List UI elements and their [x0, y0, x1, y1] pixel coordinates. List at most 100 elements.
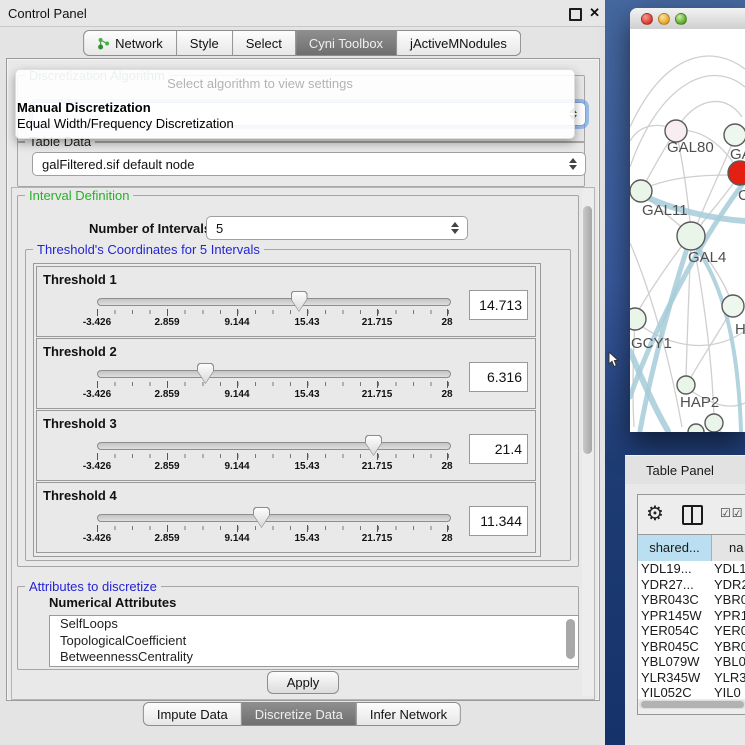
column-header-name[interactable]: na: [712, 535, 745, 561]
dropdown-item-manual-discretization[interactable]: Manual Discretization: [17, 100, 151, 115]
dropdown-hint: Select algorithm to view settings: [16, 76, 504, 91]
threshold-value-field[interactable]: 6.316: [469, 362, 528, 392]
cell-name: YBL0: [714, 654, 745, 670]
slider-major-tick: [307, 381, 308, 388]
control-panel-titlebar: Control Panel ✕: [0, 0, 605, 27]
node-label-gal4: GAL4: [688, 249, 726, 266]
network-canvas[interactable]: GAL80GACGAL11GAL4GCY1HHAP2: [630, 29, 745, 432]
network-node[interactable]: [728, 161, 745, 185]
tab-infer-network[interactable]: Infer Network: [357, 702, 461, 726]
slider-tick-label: 9.144: [214, 389, 260, 400]
column-header-shared-name[interactable]: shared...: [638, 535, 712, 561]
slider-major-tick: [97, 525, 98, 532]
slider-track[interactable]: [97, 442, 451, 450]
network-node[interactable]: [688, 424, 704, 432]
apply-button[interactable]: Apply: [267, 671, 339, 694]
number-of-intervals-combo[interactable]: 5: [206, 216, 468, 240]
network-node[interactable]: [677, 222, 705, 250]
list-scrollbar-thumb[interactable]: [566, 619, 575, 659]
network-graph: GAL80GACGAL11GAL4GCY1HHAP2: [630, 29, 745, 432]
slider-major-tick: [237, 309, 238, 316]
slider-tick-label: 28: [424, 461, 470, 472]
scrollbar-thumb[interactable]: [641, 701, 744, 708]
network-view-window[interactable]: GAL80GACGAL11GAL4GCY1HHAP2: [630, 8, 745, 432]
slider-thumb[interactable]: [253, 507, 270, 528]
numerical-attributes-list[interactable]: SelfLoopsTopologicalCoefficientBetweenne…: [49, 615, 579, 667]
slider-minor-ticks: [97, 382, 449, 386]
close-icon[interactable]: ✕: [589, 5, 600, 21]
combo-stepper-icon: [568, 153, 578, 175]
slider-thumb[interactable]: [365, 435, 382, 456]
select-columns-icon[interactable]: ☑☑: [720, 506, 744, 520]
table-row[interactable]: YER054C YER0: [638, 623, 745, 639]
algorithm-dropdown-popup: Select algorithm to view settings Manual…: [15, 69, 575, 139]
tab-select[interactable]: Select: [233, 30, 296, 56]
network-edge[interactable]: [643, 175, 736, 189]
tab-jactivemnodules[interactable]: jActiveMNodules: [397, 30, 521, 56]
close-traffic-light-icon[interactable]: [641, 13, 653, 25]
attribute-list-item[interactable]: BetweennessCentrality: [50, 649, 578, 666]
attribute-list-item[interactable]: TopologicalCoefficient: [50, 633, 578, 650]
scrollbar-thumb[interactable]: [583, 206, 592, 454]
cell-shared-name: YPR145W: [641, 608, 702, 624]
threshold-value-field[interactable]: 14.713: [469, 290, 528, 320]
table-row[interactable]: YDR27...YDR2: [638, 577, 745, 593]
numerical-attributes-label: Numerical Attributes: [49, 595, 176, 610]
network-edge-highlighted[interactable]: [630, 351, 668, 431]
slider-tick-label: 2.859: [144, 389, 190, 400]
slider-tick-label: 21.715: [354, 461, 400, 472]
threshold-value-field[interactable]: 11.344: [469, 506, 528, 536]
vertical-scrollbar[interactable]: [582, 189, 594, 696]
tab-style[interactable]: Style: [177, 30, 233, 56]
table-row[interactable]: YPR145WYPR1: [638, 608, 745, 624]
table-row[interactable]: YBR043CYBR0: [638, 592, 745, 608]
cell-shared-name: YDR27...: [641, 577, 694, 593]
tab-label: jActiveMNodules: [410, 36, 507, 51]
network-edge[interactable]: [630, 56, 745, 127]
slider-thumb[interactable]: [197, 363, 214, 384]
table-data-combo[interactable]: galFiltered.sif default node: [32, 152, 586, 176]
slider-major-tick: [307, 453, 308, 460]
horizontal-scrollbar[interactable]: [639, 700, 745, 709]
slider-major-tick: [307, 309, 308, 316]
tab-network[interactable]: Network: [83, 30, 177, 56]
table-row[interactable]: YLR345WYLR3: [638, 670, 745, 686]
table-row[interactable]: YDL19...YDL1: [638, 561, 745, 577]
network-node[interactable]: [630, 308, 646, 330]
cell-name: YER0: [714, 623, 745, 639]
network-edge[interactable]: [693, 241, 714, 417]
combo-stepper-icon: [450, 217, 460, 239]
slider-track[interactable]: [97, 514, 451, 522]
column-layout-icon[interactable]: [682, 505, 703, 525]
zoom-traffic-light-icon[interactable]: [675, 13, 687, 25]
table-panel-body: ⚙ ☑☑ shared... na YDL19...YDL1YDR27...YD…: [625, 484, 745, 745]
cell-shared-name: YER054C: [641, 623, 699, 639]
tab-cyni-toolbox[interactable]: Cyni Toolbox: [296, 30, 397, 56]
threshold-value-field[interactable]: 21.4: [469, 434, 528, 464]
slider-tick-label: 21.715: [354, 317, 400, 328]
table-row[interactable]: YIL052CYIL0: [638, 685, 745, 699]
attribute-list-item[interactable]: SelfLoops: [50, 616, 578, 633]
minimize-traffic-light-icon[interactable]: [658, 13, 670, 25]
slider-track[interactable]: [97, 298, 451, 306]
table-row[interactable]: YBR045CYBR0: [638, 639, 745, 655]
slider-track[interactable]: [97, 370, 451, 378]
tab-impute-data[interactable]: Impute Data: [143, 702, 242, 726]
cell-shared-name: YIL052C: [641, 685, 692, 699]
float-window-icon[interactable]: [569, 8, 582, 21]
table-row[interactable]: YBL079WYBL0: [638, 654, 745, 670]
tab-discretize-data[interactable]: Discretize Data: [242, 702, 357, 726]
threshold-label: Threshold 3: [43, 416, 117, 431]
slider-major-tick: [237, 453, 238, 460]
network-node[interactable]: [724, 124, 745, 146]
network-node[interactable]: [677, 376, 695, 394]
desktop-area: GAL80GACGAL11GAL4GCY1HHAP2 Table Panel ⚙…: [605, 0, 745, 745]
gear-icon[interactable]: ⚙: [646, 501, 664, 526]
network-node[interactable]: [705, 414, 723, 432]
slider-thumb[interactable]: [291, 291, 308, 312]
network-node[interactable]: [630, 180, 652, 202]
network-node[interactable]: [722, 295, 744, 317]
tab-label: Cyni Toolbox: [309, 36, 383, 51]
slider-major-tick: [167, 525, 168, 532]
dropdown-item-equal-width-frequency[interactable]: Equal Width/Frequency Discretization: [17, 116, 234, 131]
